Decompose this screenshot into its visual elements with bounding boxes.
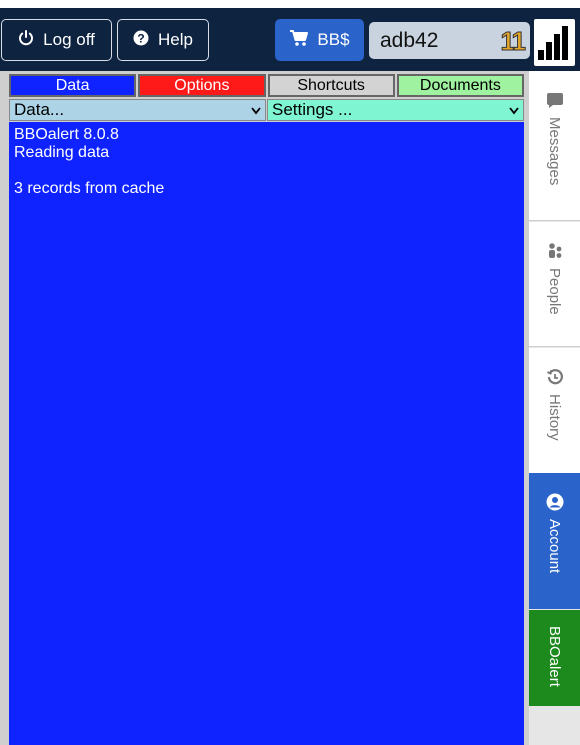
tab-options[interactable]: Options bbox=[138, 74, 266, 97]
top-strip bbox=[0, 0, 580, 8]
tab-shortcuts[interactable]: Shortcuts bbox=[267, 74, 395, 97]
log-line: BBOalert 8.0.8 bbox=[14, 126, 119, 143]
sidebar-item-label: Account bbox=[546, 519, 563, 574]
data-select-value: Data... bbox=[14, 100, 65, 119]
bboalert-tabs: Data Options Shortcuts Documents bbox=[9, 74, 524, 97]
log-line: 3 records from cache bbox=[14, 180, 165, 197]
cart-icon bbox=[289, 29, 309, 52]
sidebar-item-people[interactable]: People bbox=[529, 222, 580, 347]
username: adb42 bbox=[380, 28, 439, 52]
right-sidebar: Messages People History Account BBOalert bbox=[529, 71, 580, 745]
user-count-badge: 11 bbox=[500, 26, 526, 57]
logoff-button[interactable]: Log off bbox=[1, 19, 112, 61]
sidebar-item-label: BBOalert bbox=[546, 626, 563, 687]
sidebar-item-bboalert[interactable]: BBOalert bbox=[529, 610, 580, 706]
signal-strength-icon bbox=[534, 19, 575, 66]
chevron-down-icon bbox=[251, 104, 261, 118]
message-icon bbox=[546, 91, 564, 109]
history-icon bbox=[546, 368, 564, 386]
log-line: Reading data bbox=[14, 144, 110, 161]
data-select[interactable]: Data... bbox=[9, 99, 266, 121]
tab-data[interactable]: Data bbox=[9, 74, 137, 97]
chevron-down-icon bbox=[509, 104, 519, 118]
power-icon bbox=[18, 29, 34, 51]
log-textarea[interactable]: BBOalert 8.0.8 Reading data 3 records fr… bbox=[9, 122, 524, 745]
sidebar-item-messages[interactable]: Messages bbox=[529, 71, 580, 221]
sidebar-item-label: People bbox=[546, 268, 563, 315]
logoff-label: Log off bbox=[43, 30, 95, 49]
bbs-button[interactable]: BB$ bbox=[275, 19, 364, 61]
help-button[interactable]: ? Help bbox=[117, 19, 209, 61]
people-icon bbox=[546, 242, 564, 260]
sidebar-item-label: History bbox=[546, 394, 563, 441]
help-label: Help bbox=[158, 30, 193, 49]
settings-select-value: Settings ... bbox=[272, 100, 353, 119]
sidebar-item-history[interactable]: History bbox=[529, 348, 580, 473]
top-bar: Log off ? Help BB$ adb42 11 bbox=[0, 8, 580, 71]
settings-select[interactable]: Settings ... bbox=[267, 99, 524, 121]
username-box[interactable]: adb42 11 bbox=[369, 22, 530, 59]
sidebar-item-label: Messages bbox=[546, 117, 563, 186]
sidebar-item-account[interactable]: Account bbox=[529, 473, 580, 609]
account-icon bbox=[546, 493, 564, 511]
help-icon: ? bbox=[133, 30, 149, 51]
bbs-label: BB$ bbox=[317, 30, 350, 49]
svg-text:?: ? bbox=[137, 31, 144, 45]
tab-documents[interactable]: Documents bbox=[396, 74, 524, 97]
